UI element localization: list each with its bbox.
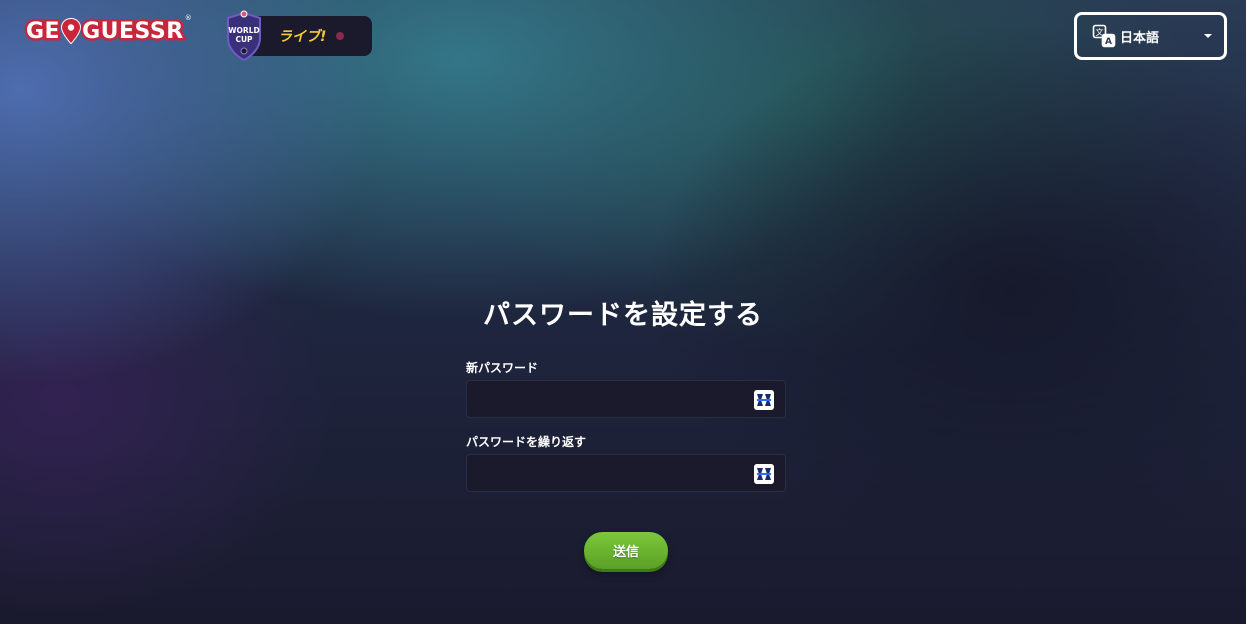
repeat-password-field[interactable]	[466, 454, 786, 492]
language-selector[interactable]: 文 A 日本語	[1074, 12, 1227, 60]
submit-button[interactable]: 送信	[584, 532, 668, 569]
new-password-input[interactable]	[467, 381, 767, 417]
shield-text-world: WORLD	[228, 26, 259, 35]
repeat-password-input[interactable]	[467, 455, 767, 491]
world-cup-live-badge[interactable]: WORLD CUP ライブ!	[224, 10, 372, 62]
page-title: パスワードを設定する	[483, 300, 763, 331]
svg-text:A: A	[1105, 37, 1112, 47]
password-manager-icon[interactable]	[754, 390, 774, 410]
logo-wordmark: GE GUESSR	[23, 16, 186, 46]
geoguessr-logo[interactable]: GE GUESSR ®	[23, 14, 191, 46]
password-manager-icon[interactable]	[754, 464, 774, 484]
logo-prefix: GE	[23, 16, 62, 46]
new-password-label: 新パスワード	[466, 361, 539, 375]
location-pin-icon	[61, 18, 82, 44]
shield-text-cup: CUP	[235, 35, 253, 44]
registered-mark: ®	[184, 14, 192, 22]
logo-suffix: GUESSR	[80, 16, 186, 46]
selected-language: 日本語	[1120, 30, 1160, 46]
live-indicator-dot	[336, 32, 345, 40]
translate-icon: 文 A	[1092, 24, 1116, 48]
new-password-field[interactable]	[466, 380, 786, 418]
repeat-password-label: パスワードを繰り返す	[466, 435, 587, 449]
world-cup-shield-icon: WORLD CUP	[227, 10, 261, 62]
chevron-down-icon	[1204, 34, 1212, 38]
live-pill[interactable]: ライブ!	[252, 16, 372, 56]
live-label: ライブ!	[278, 29, 327, 45]
